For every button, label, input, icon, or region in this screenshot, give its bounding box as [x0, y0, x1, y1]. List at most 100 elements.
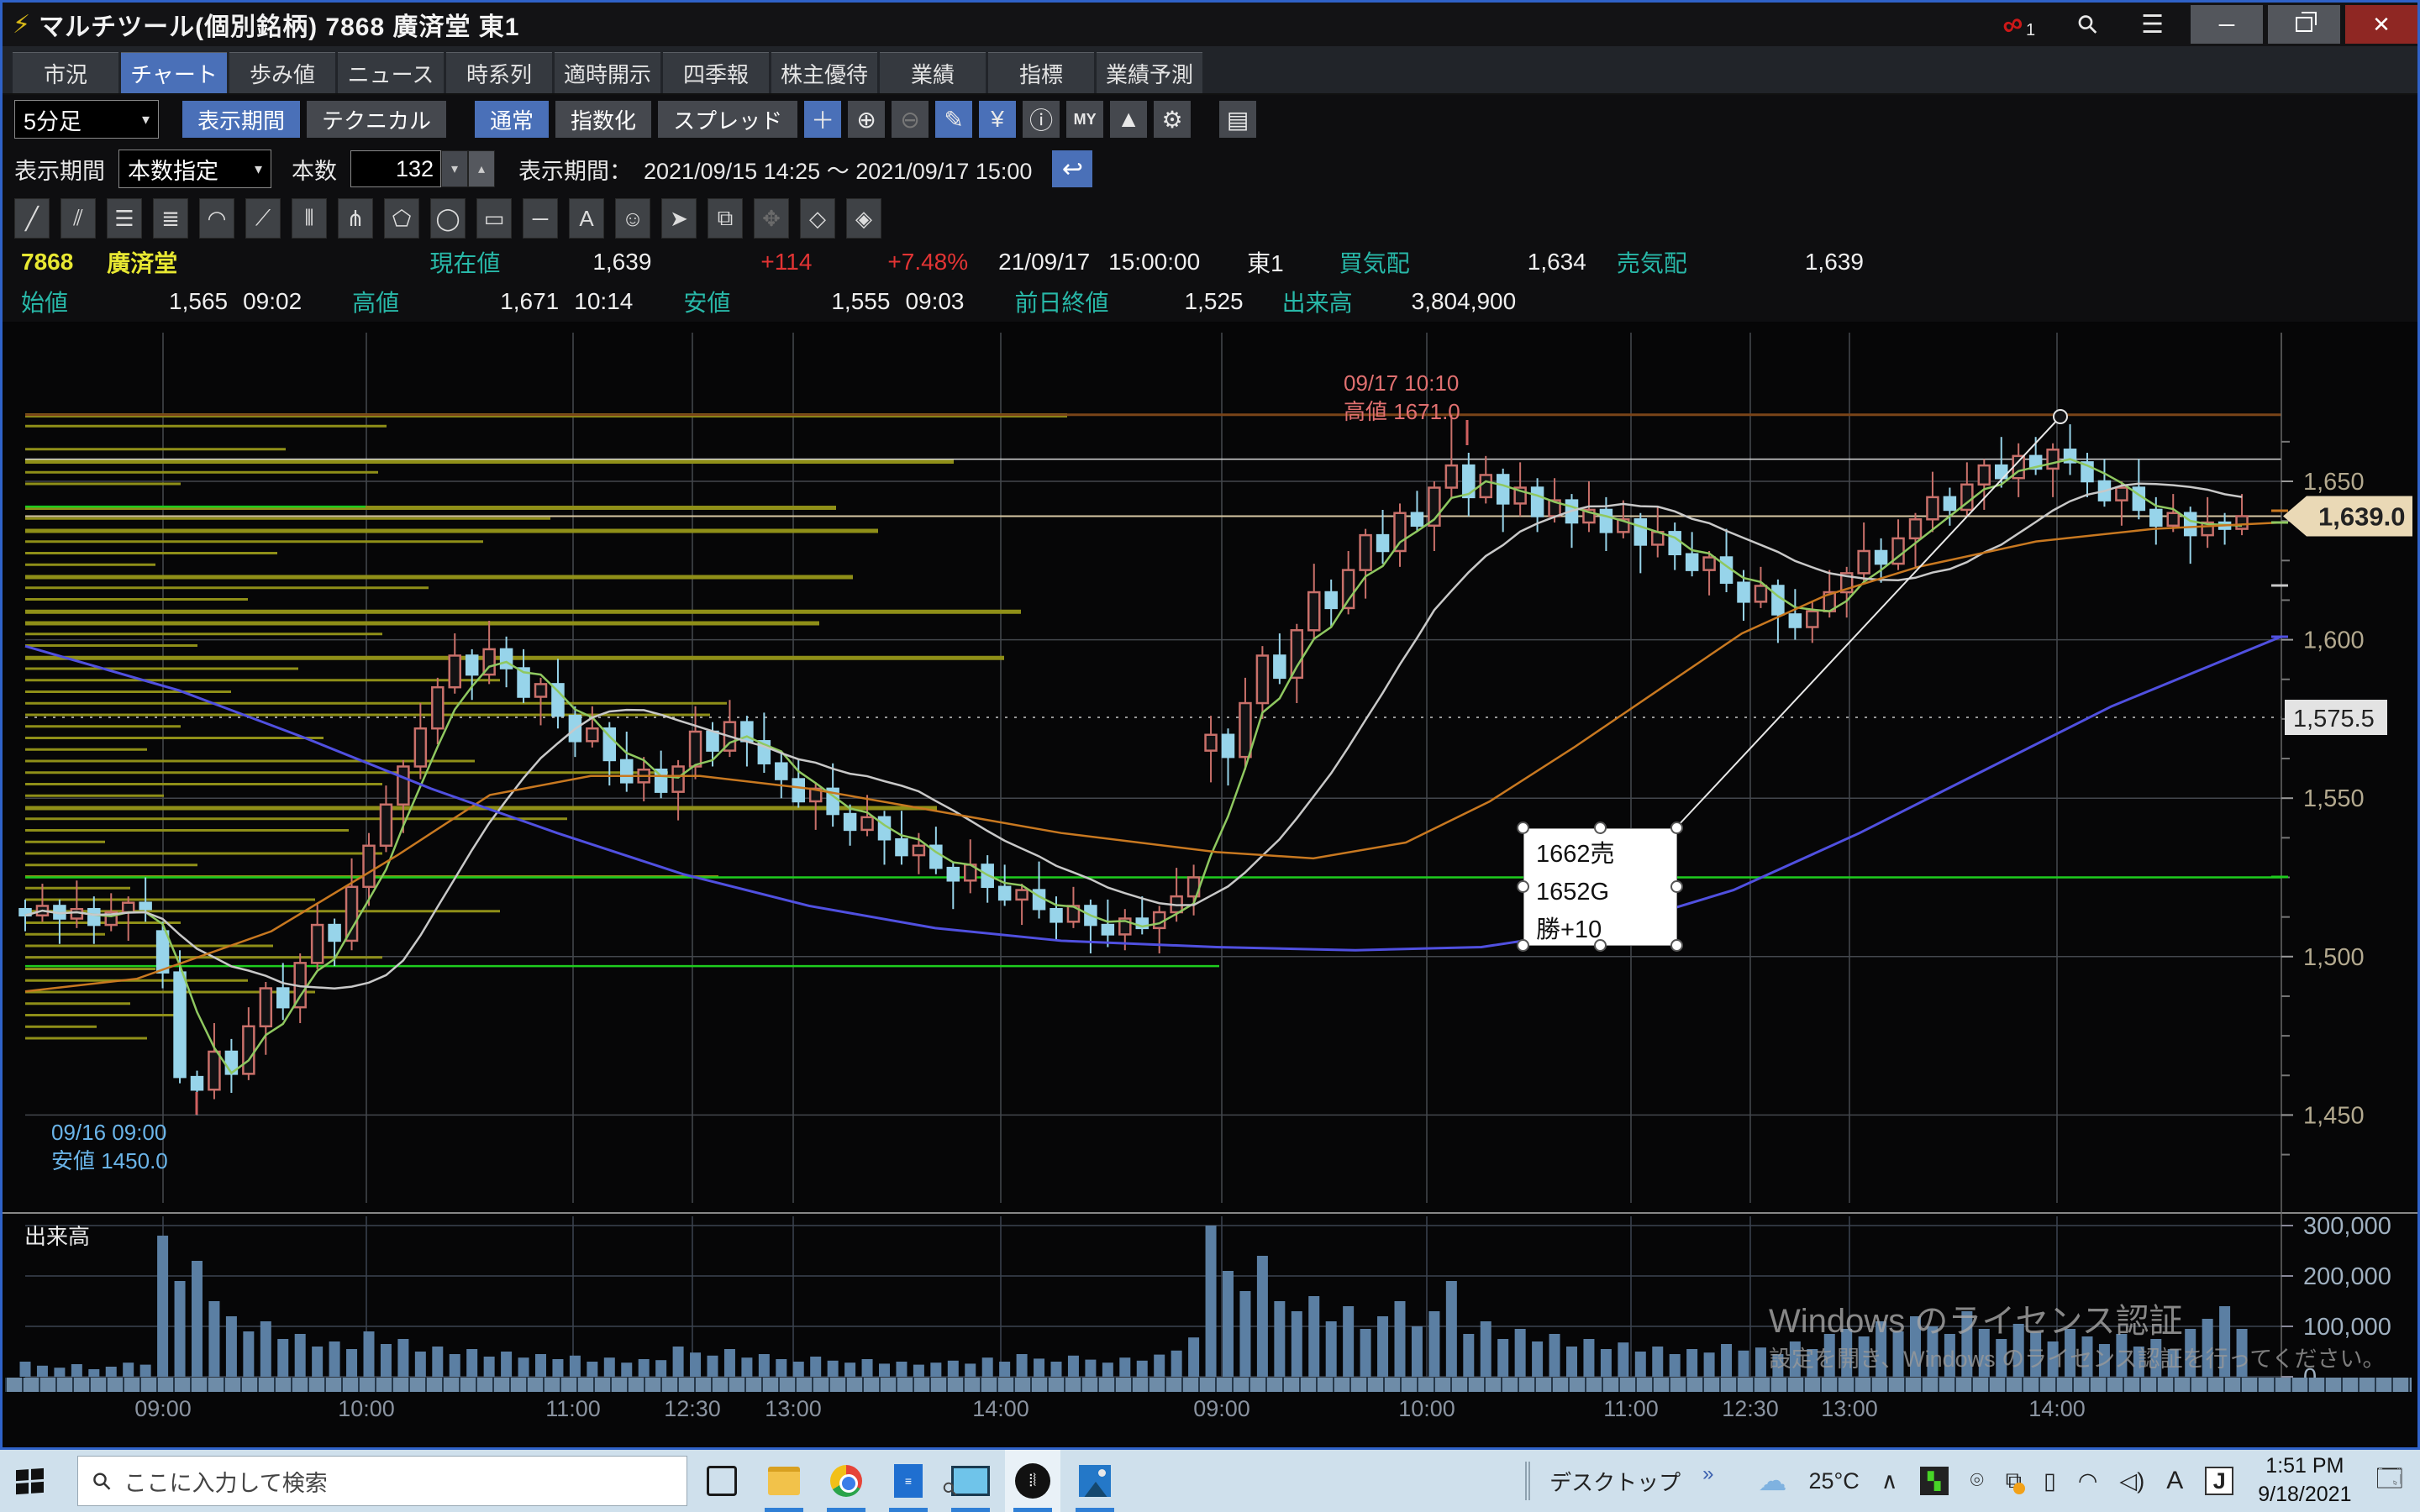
- crosshair-button[interactable]: ＋: [804, 101, 841, 138]
- period-mode-select[interactable]: 本数指定 ▾: [118, 150, 271, 188]
- tool-rectangle[interactable]: ▭: [476, 198, 512, 239]
- selection-handle[interactable]: [1670, 880, 1683, 893]
- tool-trendline[interactable]: ╱: [14, 198, 50, 239]
- tab-chart[interactable]: チャート: [121, 52, 227, 93]
- tool-horizontal-lines-4[interactable]: ≣: [153, 198, 188, 239]
- tab-market[interactable]: 市況: [13, 52, 118, 93]
- draw-pencil-button[interactable]: ✎: [935, 101, 972, 138]
- selection-handle[interactable]: [1517, 939, 1529, 952]
- text-note-line: 1662売: [1536, 836, 1665, 874]
- app-window: ⚡ マルチツール(個別銘柄) 7868 廣済堂 東1 ∞ 1 ⚲ ☰ ─ ✕ 市…: [0, 0, 2420, 1450]
- my-indicator-button[interactable]: MY: [1066, 101, 1103, 138]
- temperature-label[interactable]: 25°C: [1808, 1468, 1859, 1494]
- monitor-search-icon: ⚲: [951, 1466, 990, 1496]
- volume-icon[interactable]: ◁): [2119, 1468, 2144, 1494]
- info-button[interactable]: ⓘ: [1023, 101, 1060, 138]
- reset-period-button[interactable]: ↩: [1052, 150, 1092, 187]
- tool-hand[interactable]: ✥: [754, 198, 789, 239]
- tab-indicators[interactable]: 指標: [988, 52, 1094, 93]
- technical-button[interactable]: テクニカル: [307, 101, 446, 138]
- trading-app-button[interactable]: ⦙⦚: [1005, 1450, 1060, 1512]
- tab-shikiho[interactable]: 四季報: [663, 52, 769, 93]
- tool-pentagon[interactable]: ⬠: [384, 198, 419, 239]
- selection-handle[interactable]: [1594, 939, 1607, 952]
- tool-settings-button[interactable]: ⚙: [1154, 101, 1191, 138]
- zoom-in-button[interactable]: ⊕: [848, 101, 885, 138]
- tool-horizontal-segment[interactable]: ─: [523, 198, 558, 239]
- tool-pointer-mark[interactable]: ➤: [661, 198, 697, 239]
- tool-text[interactable]: A: [569, 198, 604, 239]
- low-annotation: 09/16 09:00 安値 1450.0: [51, 1119, 168, 1176]
- display-tray-icon[interactable]: ⧉: [2006, 1467, 2022, 1494]
- pixel-app-tray-icon[interactable]: ▚: [1920, 1467, 1949, 1495]
- remote-viewer-button[interactable]: ⚲: [943, 1450, 998, 1512]
- ime-j-indicator[interactable]: J: [2205, 1467, 2233, 1495]
- minimize-button[interactable]: ─: [2191, 5, 2263, 44]
- blue-doc-app-button[interactable]: ≡: [881, 1450, 936, 1512]
- count-increment-button[interactable]: ▴: [468, 150, 495, 187]
- toolbar-expand-chevrons[interactable]: »: [1702, 1462, 1713, 1486]
- selection-handle[interactable]: [1670, 822, 1683, 834]
- taskbar-clock[interactable]: 1:51 PM 9/18/2021: [2258, 1452, 2351, 1509]
- tab-tick[interactable]: 歩み値: [229, 52, 335, 93]
- tab-forecast[interactable]: 業績予測: [1097, 52, 1202, 93]
- wifi-icon[interactable]: ◠: [2078, 1468, 2098, 1494]
- chevron-down-icon: ▾: [243, 160, 262, 178]
- start-button[interactable]: [0, 1450, 59, 1512]
- taskbar-search-input[interactable]: ⚲ ここに入力して検索: [77, 1456, 687, 1506]
- tool-pitchfork[interactable]: ⋔: [338, 198, 373, 239]
- chart-text-note[interactable]: 1662売1652G勝+10: [1523, 828, 1677, 946]
- bar-count-input[interactable]: 132: [350, 150, 441, 187]
- zoom-out-button[interactable]: ⊖: [892, 101, 929, 138]
- print-button[interactable]: ▤: [1219, 101, 1256, 138]
- tab-news[interactable]: ニュース: [338, 52, 444, 93]
- yen-axis-button[interactable]: ¥: [979, 101, 1016, 138]
- selection-handle[interactable]: [1517, 880, 1529, 893]
- indexed-button[interactable]: 指数化: [555, 101, 651, 138]
- tool-ellipse[interactable]: ◯: [430, 198, 466, 239]
- menu-icon[interactable]: ☰: [2141, 10, 2164, 39]
- tool-vertical-lines[interactable]: ⦀: [292, 198, 327, 239]
- battery-icon[interactable]: ▯: [2044, 1468, 2056, 1494]
- tool-eraser[interactable]: ◇: [800, 198, 835, 239]
- close-button[interactable]: ✕: [2345, 5, 2417, 44]
- restore-button[interactable]: [2268, 5, 2340, 44]
- chart-scrollbar[interactable]: [5, 1378, 2412, 1392]
- tool-copy-object[interactable]: ⧉: [708, 198, 743, 239]
- change-value: +114: [760, 249, 812, 276]
- tab-benefit[interactable]: 株主優待: [771, 52, 877, 93]
- svg-text:10:00: 10:00: [1398, 1396, 1455, 1421]
- tool-parallel-lines[interactable]: ⫽: [60, 198, 96, 239]
- weather-icon[interactable]: ☁: [1758, 1464, 1786, 1498]
- tool-eraser-text[interactable]: ◈: [846, 198, 881, 239]
- camera-tray-icon[interactable]: ⌾: [1970, 1467, 1984, 1494]
- tool-horizontal-lines-3[interactable]: ☰: [107, 198, 142, 239]
- chart-area[interactable]: 1,6501,6001,5501,5001,4501,639.01,575.53…: [3, 322, 2417, 1447]
- chrome-button[interactable]: [818, 1450, 874, 1512]
- action-center-icon[interactable]: 🗔: [2375, 1460, 2403, 1503]
- area-chart-button[interactable]: ▲: [1110, 101, 1147, 138]
- ime-mode-indicator[interactable]: A: [2166, 1467, 2183, 1495]
- file-explorer-button[interactable]: [756, 1450, 812, 1512]
- selection-handle[interactable]: [1670, 939, 1683, 952]
- tab-results[interactable]: 業績: [880, 52, 986, 93]
- selection-handle[interactable]: [1517, 822, 1529, 834]
- task-view-button[interactable]: [694, 1450, 750, 1512]
- link-group-icon[interactable]: ∞: [1997, 6, 2028, 44]
- timeframe-select[interactable]: 5分足 ▾: [14, 100, 159, 139]
- normal-button[interactable]: 通常: [475, 101, 549, 138]
- show-hidden-icons[interactable]: ∧: [1881, 1468, 1898, 1494]
- tool-fan-lines[interactable]: ⟋: [245, 198, 281, 239]
- tool-icon-stamp[interactable]: ☺: [615, 198, 650, 239]
- display-period-button[interactable]: 表示期間: [182, 101, 300, 138]
- tab-disclosure[interactable]: 適時開示: [555, 52, 660, 93]
- count-decrement-button[interactable]: ▾: [441, 150, 468, 187]
- tool-fibonacci-arcs[interactable]: ◠: [199, 198, 234, 239]
- search-icon[interactable]: ⚲: [2071, 8, 2105, 41]
- spread-button[interactable]: スプレッド: [658, 101, 797, 138]
- desktop-toolbar[interactable]: デスクトップ: [1549, 1466, 1681, 1497]
- selection-handle[interactable]: [1594, 822, 1607, 834]
- candlestick-chart[interactable]: 1,6501,6001,5501,5001,4501,639.01,575.53…: [3, 322, 2417, 1447]
- photos-button[interactable]: [1067, 1450, 1123, 1512]
- tab-timeseries[interactable]: 時系列: [446, 52, 552, 93]
